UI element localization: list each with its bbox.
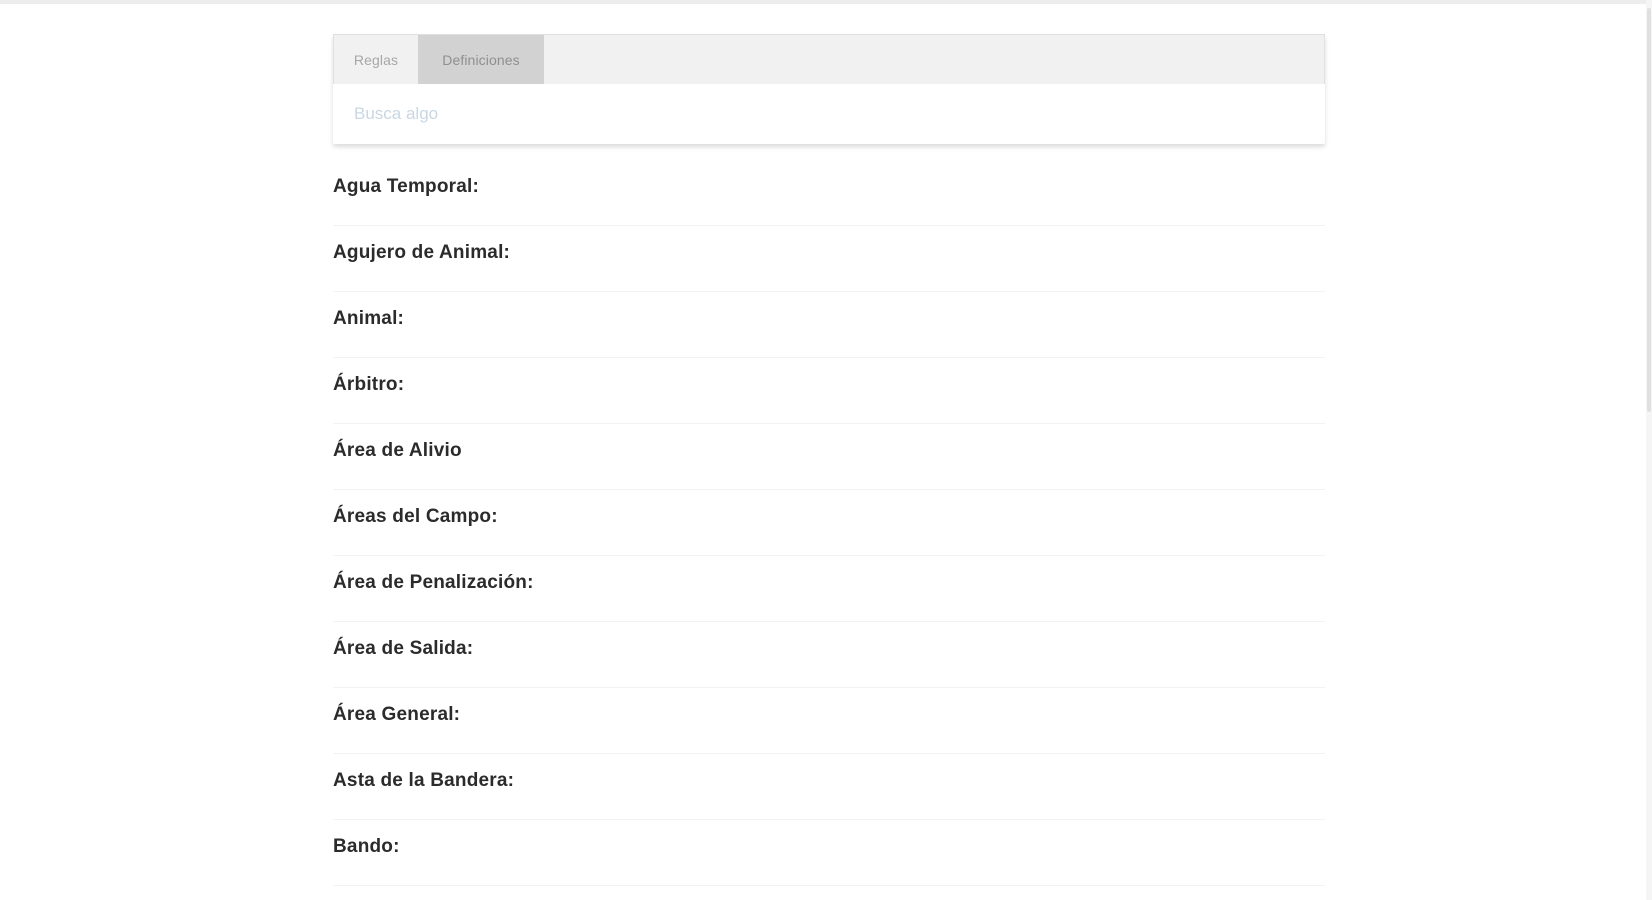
- scrollbar-thumb[interactable]: [1647, 8, 1651, 412]
- search-panel: Reglas Definiciones: [333, 34, 1325, 144]
- definition-term: Árbitro:: [333, 374, 405, 395]
- vertical-scrollbar[interactable]: [1646, 0, 1652, 900]
- definition-term: Área de Alivio: [333, 440, 462, 461]
- definition-term: Área de Penalización:: [333, 572, 534, 593]
- search-input[interactable]: [354, 99, 1294, 129]
- definition-term: Área General:: [333, 704, 461, 725]
- list-item[interactable]: Animal:: [333, 292, 1325, 358]
- list-item[interactable]: Área de Salida:: [333, 622, 1325, 688]
- definition-term: Área de Salida:: [333, 638, 474, 659]
- list-item[interactable]: Área de Penalización:: [333, 556, 1325, 622]
- list-item[interactable]: Asta de la Bandera:: [333, 754, 1325, 820]
- list-item[interactable]: Agua Temporal:: [333, 160, 1325, 226]
- list-item[interactable]: Área de Alivio: [333, 424, 1325, 490]
- definition-term: Áreas del Campo:: [333, 506, 498, 527]
- definition-term: Animal:: [333, 308, 405, 329]
- definition-term: Asta de la Bandera:: [333, 770, 515, 791]
- definitions-list: Agua Temporal: Agujero de Animal: Animal…: [333, 160, 1325, 886]
- tab-reglas[interactable]: Reglas: [334, 35, 418, 84]
- list-item[interactable]: Bando:: [333, 820, 1325, 886]
- definition-term: Agujero de Animal:: [333, 242, 511, 263]
- definition-term: Bando:: [333, 836, 400, 857]
- main-content: Reglas Definiciones Agua Temporal: Aguje…: [333, 34, 1325, 886]
- top-strip: [0, 0, 1652, 4]
- list-item[interactable]: Área General:: [333, 688, 1325, 754]
- search-row: [333, 84, 1325, 144]
- tab-bar: Reglas Definiciones: [333, 34, 1325, 84]
- list-item[interactable]: Áreas del Campo:: [333, 490, 1325, 556]
- page: Reglas Definiciones Agua Temporal: Aguje…: [0, 0, 1652, 900]
- list-item[interactable]: Árbitro:: [333, 358, 1325, 424]
- definition-term: Agua Temporal:: [333, 176, 480, 197]
- tab-definiciones[interactable]: Definiciones: [418, 35, 544, 84]
- list-item[interactable]: Agujero de Animal:: [333, 226, 1325, 292]
